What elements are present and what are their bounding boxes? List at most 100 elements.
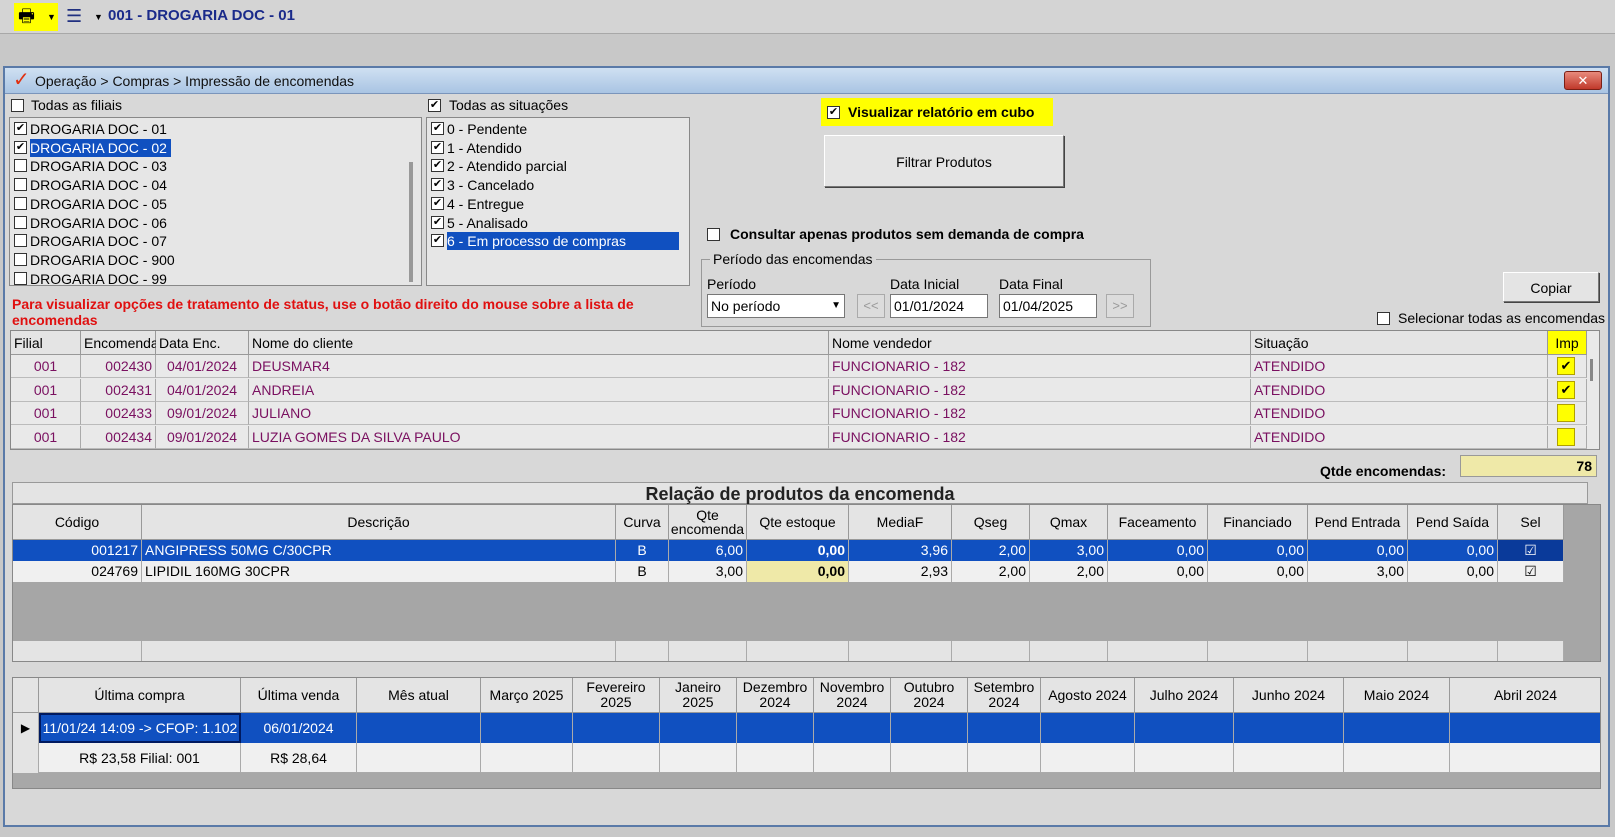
history-cell[interactable] [573, 743, 660, 773]
status-checkbox[interactable]: ✔ [431, 196, 444, 210]
branch-checkbox[interactable] [14, 252, 27, 266]
products-cell[interactable]: 3,00 [1308, 561, 1408, 582]
previous-period-button[interactable]: << [857, 294, 885, 318]
orders-cell[interactable]: 04/01/2024 [156, 355, 249, 378]
status-list-item[interactable]: ✔ 0 - Pendente [429, 120, 687, 138]
history-cell[interactable] [1041, 743, 1135, 773]
history-column-header[interactable]: Maio 2024 [1344, 678, 1450, 713]
orders-cell[interactable]: 001 [11, 402, 81, 425]
orders-cell[interactable]: FUNCIONARIO - 182 [829, 355, 1251, 378]
branch-checkbox[interactable] [14, 271, 27, 285]
products-cell[interactable]: 0,00 [1108, 540, 1208, 561]
history-cell[interactable] [660, 743, 737, 773]
products-cell[interactable]: ANGIPRESS 50MG C/30CPR [142, 540, 616, 561]
history-cell[interactable] [1450, 713, 1600, 743]
history-cell[interactable]: R$ 23,58 Filial: 001 [39, 743, 241, 773]
products-column-header[interactable]: Qseg [952, 505, 1030, 540]
products-cell[interactable]: 0,00 [1408, 540, 1498, 561]
history-column-header[interactable]: Última compra [39, 678, 241, 713]
history-cell[interactable] [891, 743, 968, 773]
branch-checkbox[interactable]: ✔ [14, 122, 27, 135]
products-column-header[interactable]: Descrição [142, 505, 616, 540]
history-cell[interactable] [1450, 743, 1600, 773]
branch-list-item[interactable]: DROGARIA DOC - 03 [12, 157, 407, 175]
history-column-header[interactable]: Fevereiro 2025 [573, 678, 660, 713]
branch-checkbox[interactable] [14, 159, 27, 173]
list-menu-icon[interactable]: ☰ [66, 6, 82, 26]
orders-cell[interactable]: 002431 [81, 378, 156, 402]
all-branches-checkbox[interactable] [11, 99, 24, 112]
orders-cell[interactable]: FUNCIONARIO - 182 [829, 378, 1251, 402]
history-column-header[interactable]: Última venda [241, 678, 357, 713]
history-cell[interactable] [573, 713, 660, 743]
products-grid[interactable]: Código Descrição Curva Qte encomenda Qte est… [12, 504, 1601, 662]
period-select[interactable]: No período ▼ [707, 294, 845, 318]
history-column-header[interactable]: Outubro 2024 [891, 678, 968, 713]
products-cell[interactable]: LIPIDIL 160MG 30CPR [142, 561, 616, 582]
orders-column-header[interactable]: Imp [1548, 331, 1587, 355]
branch-list-item[interactable]: DROGARIA DOC - 99 [12, 270, 407, 285]
history-column-header[interactable]: Agosto 2024 [1041, 678, 1135, 713]
orders-cell[interactable]: ATENDIDO [1251, 355, 1548, 378]
branch-checkbox[interactable] [14, 234, 27, 248]
history-grid[interactable]: Última compra Última venda Mês atual Março … [12, 677, 1601, 789]
history-column-header[interactable]: Junho 2024 [1234, 678, 1344, 713]
history-cell[interactable] [737, 713, 814, 743]
orders-cell[interactable]: ATENDIDO [1251, 402, 1548, 425]
product-select-checkbox[interactable]: ☑ [1498, 561, 1564, 582]
products-cell[interactable]: 3,96 [849, 540, 952, 561]
history-cell[interactable] [1344, 743, 1450, 773]
products-cell[interactable]: 6,00 [669, 540, 747, 561]
branch-list-item[interactable]: ✔ DROGARIA DOC - 01 [12, 120, 407, 138]
status-list-item[interactable]: ✔ 4 - Entregue [429, 195, 687, 213]
history-cell[interactable] [481, 713, 573, 743]
no-demand-checkbox[interactable] [707, 228, 720, 241]
history-cell[interactable] [737, 743, 814, 773]
history-column-header[interactable]: Dezembro 2024 [737, 678, 814, 713]
status-checkbox[interactable]: ✔ [431, 140, 444, 154]
orders-cell[interactable]: 002433 [81, 402, 156, 425]
products-cell[interactable]: 001217 [13, 540, 142, 561]
history-cell[interactable] [1041, 713, 1135, 743]
orders-cell[interactable]: LUZIA GOMES DA SILVA PAULO [249, 425, 829, 449]
products-cell[interactable]: B [616, 561, 669, 582]
orders-cell[interactable]: 09/01/2024 [156, 402, 249, 425]
history-cell[interactable] [814, 713, 891, 743]
orders-cell[interactable]: 001 [11, 378, 81, 402]
orders-cell[interactable]: ATENDIDO [1251, 425, 1548, 449]
status-list-item[interactable]: ✔ 3 - Cancelado [429, 176, 687, 194]
branch-checkbox[interactable] [14, 196, 27, 210]
status-list-item[interactable]: ✔ 5 - Analisado [429, 214, 687, 232]
orders-cell[interactable]: 001 [11, 425, 81, 449]
status-checkbox[interactable]: ✔ [431, 215, 444, 229]
products-cell[interactable]: 3,00 [669, 561, 747, 582]
orders-cell[interactable]: JULIANO [249, 402, 829, 425]
chevron-down-icon[interactable]: ▼ [47, 12, 56, 22]
orders-scrollbar[interactable] [1590, 359, 1593, 381]
history-cell[interactable] [1135, 743, 1234, 773]
next-period-button[interactable]: >> [1106, 294, 1134, 318]
status-checkbox[interactable]: ✔ [431, 159, 444, 173]
printer-icon[interactable]: 🖶 [18, 6, 35, 26]
chevron-down-icon[interactable]: ▼ [831, 295, 841, 317]
close-button[interactable]: ✕ [1564, 71, 1602, 90]
start-date-input[interactable]: 01/01/2024 [890, 294, 988, 318]
history-column-header[interactable]: Janeiro 2025 [660, 678, 737, 713]
end-date-input[interactable]: 01/04/2025 [999, 294, 1097, 318]
products-column-header[interactable]: Pend Saída [1408, 505, 1498, 540]
print-select-checkbox[interactable] [1557, 427, 1575, 446]
history-cell[interactable] [1344, 713, 1450, 743]
all-statuses-checkbox[interactable]: ✔ [428, 99, 441, 112]
orders-cell[interactable]: FUNCIONARIO - 182 [829, 402, 1251, 425]
products-cell[interactable]: 0,00 [747, 540, 849, 561]
products-cell[interactable]: B [616, 540, 669, 561]
branch-list-item[interactable]: DROGARIA DOC - 04 [12, 176, 407, 194]
history-column-header[interactable]: Mês atual [357, 678, 481, 713]
products-column-header[interactable]: Código [13, 505, 142, 540]
history-column-header[interactable]: Novembro 2024 [814, 678, 891, 713]
products-cell[interactable]: 0,00 [1208, 561, 1308, 582]
products-column-header[interactable]: Financiado [1208, 505, 1308, 540]
status-checkbox[interactable]: ✔ [431, 178, 444, 192]
orders-column-header[interactable]: Nome do cliente [249, 331, 829, 355]
branch-list-item[interactable]: DROGARIA DOC - 05 [12, 195, 407, 213]
